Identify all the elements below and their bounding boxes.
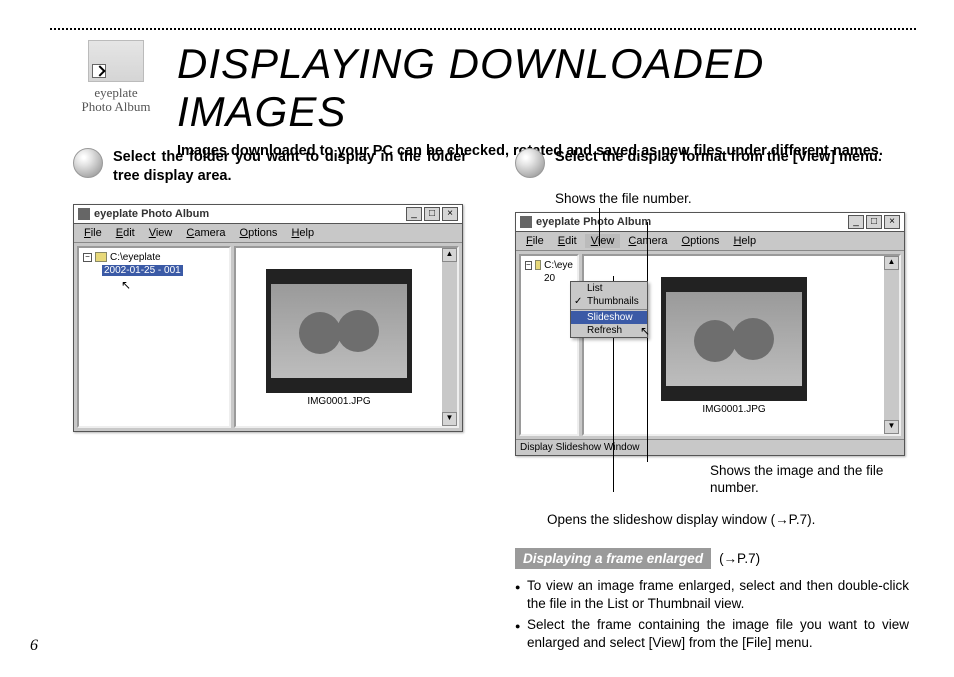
menu-edit[interactable]: Edit — [110, 226, 141, 240]
menu-file[interactable]: File — [520, 234, 550, 248]
title-column: DISPLAYING DOWNLOADED IMAGES Images down… — [177, 40, 909, 162]
menu-view[interactable]: View — [143, 226, 179, 240]
cursor-icon: ↖ — [640, 324, 650, 338]
menu-item-refresh[interactable]: Refresh — [571, 324, 647, 337]
shortcut-arrow-icon — [92, 64, 106, 78]
tree-root[interactable]: − C:\eye — [525, 260, 573, 271]
thumbnail-filename: IMG0001.JPG — [702, 401, 765, 417]
callout-line — [647, 222, 648, 462]
header-row: eyeplate Photo Album DISPLAYING DOWNLOAD… — [73, 40, 909, 162]
folder-icon — [535, 260, 541, 270]
scroll-track[interactable] — [884, 270, 899, 420]
app-badge: eyeplate Photo Album — [73, 40, 159, 115]
maximize-button[interactable]: □ — [866, 215, 882, 229]
app-window-left: eyeplate Photo Album _ □ × File Edit Vie… — [73, 204, 463, 432]
app-icon-label: eyeplate Photo Album — [82, 86, 151, 115]
statusbar: Display Slideshow Window — [516, 439, 904, 455]
bullet-item: Select the frame containing the image fi… — [515, 616, 909, 652]
right-column: Select the display format from the [View… — [515, 148, 909, 654]
subheading-row: Displaying a frame enlarged (→P.7) — [515, 548, 909, 569]
right-figure-wrap: Shows the file number. eyeplate Photo Al… — [515, 190, 909, 528]
tree-root-label: C:\eyeplate — [110, 252, 161, 263]
dotted-rule — [50, 28, 916, 30]
titlebar: eyeplate Photo Album _ □ × — [74, 205, 462, 224]
scroll-up-button[interactable]: ▲ — [884, 256, 899, 270]
scrollbar[interactable]: ▲ ▼ — [884, 256, 899, 434]
bullet-item: To view an image frame enlarged, select … — [515, 577, 909, 613]
page-title: DISPLAYING DOWNLOADED IMAGES — [177, 40, 909, 136]
left-step-text: Select the folder you want to display in… — [113, 148, 467, 186]
menu-item-list[interactable]: List — [571, 282, 647, 295]
step-bullet-icon — [73, 148, 103, 178]
enlarge-bullets: To view an image frame enlarged, select … — [515, 577, 909, 652]
scroll-up-button[interactable]: ▲ — [442, 248, 457, 262]
photo-content — [666, 292, 802, 386]
menu-file[interactable]: File — [78, 226, 108, 240]
close-button[interactable]: × — [442, 207, 458, 221]
titlebar: eyeplate Photo Album _ □ × — [516, 213, 904, 232]
scroll-track[interactable] — [442, 262, 457, 412]
tree-child[interactable]: 20 — [541, 273, 573, 284]
tree-child-label: 20 — [544, 273, 555, 284]
menubar: File Edit View Camera Options Help — [516, 232, 904, 251]
thumbnail-image[interactable] — [661, 277, 807, 401]
minimize-button[interactable]: _ — [848, 215, 864, 229]
folder-tree-pane[interactable]: − C:\eyeplate 2002-01-25 - 001 ↖ — [77, 246, 231, 428]
minimize-button[interactable]: _ — [406, 207, 422, 221]
callout-line — [599, 208, 600, 246]
tree-child-label: 2002-01-25 - 001 — [102, 265, 183, 276]
thumbnail-filename: IMG0001.JPG — [307, 393, 370, 409]
maximize-button[interactable]: □ — [424, 207, 440, 221]
left-step: Select the folder you want to display in… — [73, 148, 467, 186]
menu-separator — [571, 309, 647, 310]
scroll-down-button[interactable]: ▼ — [442, 412, 457, 426]
menubar: File Edit View Camera Options Help — [74, 224, 462, 243]
menu-help[interactable]: Help — [285, 226, 320, 240]
caption-slideshow: Opens the slideshow display window (→P.7… — [547, 511, 909, 529]
eyeplate-icon — [88, 40, 144, 82]
menu-view[interactable]: View — [585, 234, 621, 248]
thumbnail-pane: IMG0001.JPG ▲ ▼ — [234, 246, 459, 428]
right-step-text: Select the display format from the [View… — [555, 148, 909, 167]
columns: Select the folder you want to display in… — [73, 148, 909, 654]
window-icon — [520, 216, 532, 228]
subheading-box: Displaying a frame enlarged — [515, 548, 711, 569]
thumbnail-image[interactable] — [266, 269, 412, 393]
window-body: − C:\eye 20 — [516, 251, 904, 439]
right-step: Select the display format from the [View… — [515, 148, 909, 178]
menu-item-thumbnails[interactable]: Thumbnails — [571, 295, 647, 308]
thumbnail-area[interactable]: IMG0001.JPG — [236, 248, 442, 426]
folder-icon — [95, 252, 107, 262]
close-button[interactable]: × — [884, 215, 900, 229]
menu-camera[interactable]: Camera — [180, 226, 231, 240]
app-window-right: eyeplate Photo Album _ □ × File Edit Vie… — [515, 212, 905, 456]
window-title: eyeplate Photo Album — [536, 216, 844, 228]
menu-options[interactable]: Options — [234, 226, 284, 240]
scrollbar[interactable]: ▲ ▼ — [442, 248, 457, 426]
window-controls: _ □ × — [406, 207, 458, 221]
window-title: eyeplate Photo Album — [94, 208, 402, 220]
tree-root-label: C:\eye — [544, 260, 573, 271]
cursor-icon: ↖ — [121, 278, 131, 292]
left-column: Select the folder you want to display in… — [73, 148, 467, 654]
scroll-down-button[interactable]: ▼ — [884, 420, 899, 434]
menu-help[interactable]: Help — [727, 234, 762, 248]
view-dropdown-menu: List Thumbnails Slideshow Refresh — [570, 281, 648, 338]
window-icon — [78, 208, 90, 220]
subheading-ref: (→P.7) — [719, 551, 760, 566]
step-bullet-icon — [515, 148, 545, 178]
tree-child[interactable]: 2002-01-25 - 001 — [99, 265, 225, 276]
tree-root[interactable]: − C:\eyeplate — [83, 252, 225, 263]
tree-collapse-icon[interactable]: − — [525, 261, 532, 270]
caption-thumbnail: Shows the image and the file number. — [710, 462, 909, 497]
menu-item-slideshow[interactable]: Slideshow — [571, 311, 647, 324]
photo-content — [271, 284, 407, 378]
page-number: 6 — [30, 637, 38, 655]
menu-options[interactable]: Options — [676, 234, 726, 248]
tree-collapse-icon[interactable]: − — [83, 253, 92, 262]
window-controls: _ □ × — [848, 215, 900, 229]
caption-file-number: Shows the file number. — [555, 190, 909, 208]
menu-edit[interactable]: Edit — [552, 234, 583, 248]
window-body: − C:\eyeplate 2002-01-25 - 001 ↖ — [74, 243, 462, 431]
